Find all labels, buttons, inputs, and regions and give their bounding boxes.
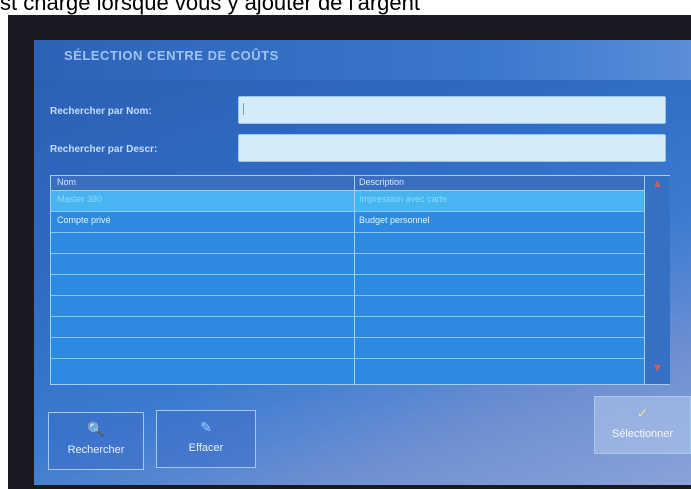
title-bar: SÉLECTION CENTRE DE COÛTS — [34, 40, 691, 80]
table-row[interactable] — [51, 317, 644, 338]
select-button-label: Sélectionner — [611, 428, 674, 440]
search-button-label: Rechercher — [67, 444, 125, 456]
table-header: Nom Description — [51, 176, 644, 191]
table-row[interactable]: Compte privé Budget personnel — [51, 212, 644, 233]
cost-center-table: Nom Description Master 380 Impression av… — [50, 175, 670, 385]
clear-button-label: Effacer — [188, 442, 224, 454]
table-row[interactable] — [51, 254, 644, 275]
select-icon: ✓ — [636, 405, 649, 421]
select-button[interactable]: ✓ Sélectionner — [594, 396, 691, 454]
row-description: Impression avec carte — [359, 194, 448, 204]
scroll-down-icon[interactable]: ▼ — [652, 362, 663, 374]
scroll-up-icon[interactable]: ▲ — [652, 178, 663, 190]
table-row[interactable]: Master 380 Impression avec carte — [51, 191, 644, 212]
table-row[interactable] — [51, 359, 644, 379]
column-header-name: Nom — [57, 177, 77, 187]
table-row[interactable] — [51, 338, 644, 359]
row-name: Compte privé — [57, 215, 111, 225]
caption-text: st chargé lorsque vous y ajouter de l'ar… — [0, 0, 420, 15]
screen: SÉLECTION CENTRE DE COÛTS Rechercher par… — [34, 40, 691, 485]
row-name: Master 380 — [57, 194, 103, 204]
row-description: Budget personnel — [359, 215, 430, 225]
column-divider — [354, 176, 355, 384]
search-descr-label: Rechercher par Descr: — [50, 144, 158, 155]
table-scrollbar[interactable]: ▲ ▼ — [644, 176, 670, 384]
table-row[interactable] — [51, 296, 644, 317]
window-title: SÉLECTION CENTRE DE COÛTS — [64, 48, 279, 63]
search-button[interactable]: 🔍 Rechercher — [48, 412, 144, 470]
table-row[interactable] — [51, 275, 644, 296]
text-cursor — [243, 103, 244, 115]
search-descr-input[interactable] — [238, 134, 666, 162]
table-row[interactable] — [51, 233, 644, 254]
search-name-input[interactable] — [238, 96, 666, 124]
search-name-label: Rechercher par Nom: — [50, 106, 152, 117]
eraser-icon: ✎ — [200, 419, 212, 435]
column-header-description: Description — [359, 177, 405, 187]
search-icon: 🔍 — [87, 421, 105, 437]
clear-button[interactable]: ✎ Effacer — [156, 410, 256, 468]
